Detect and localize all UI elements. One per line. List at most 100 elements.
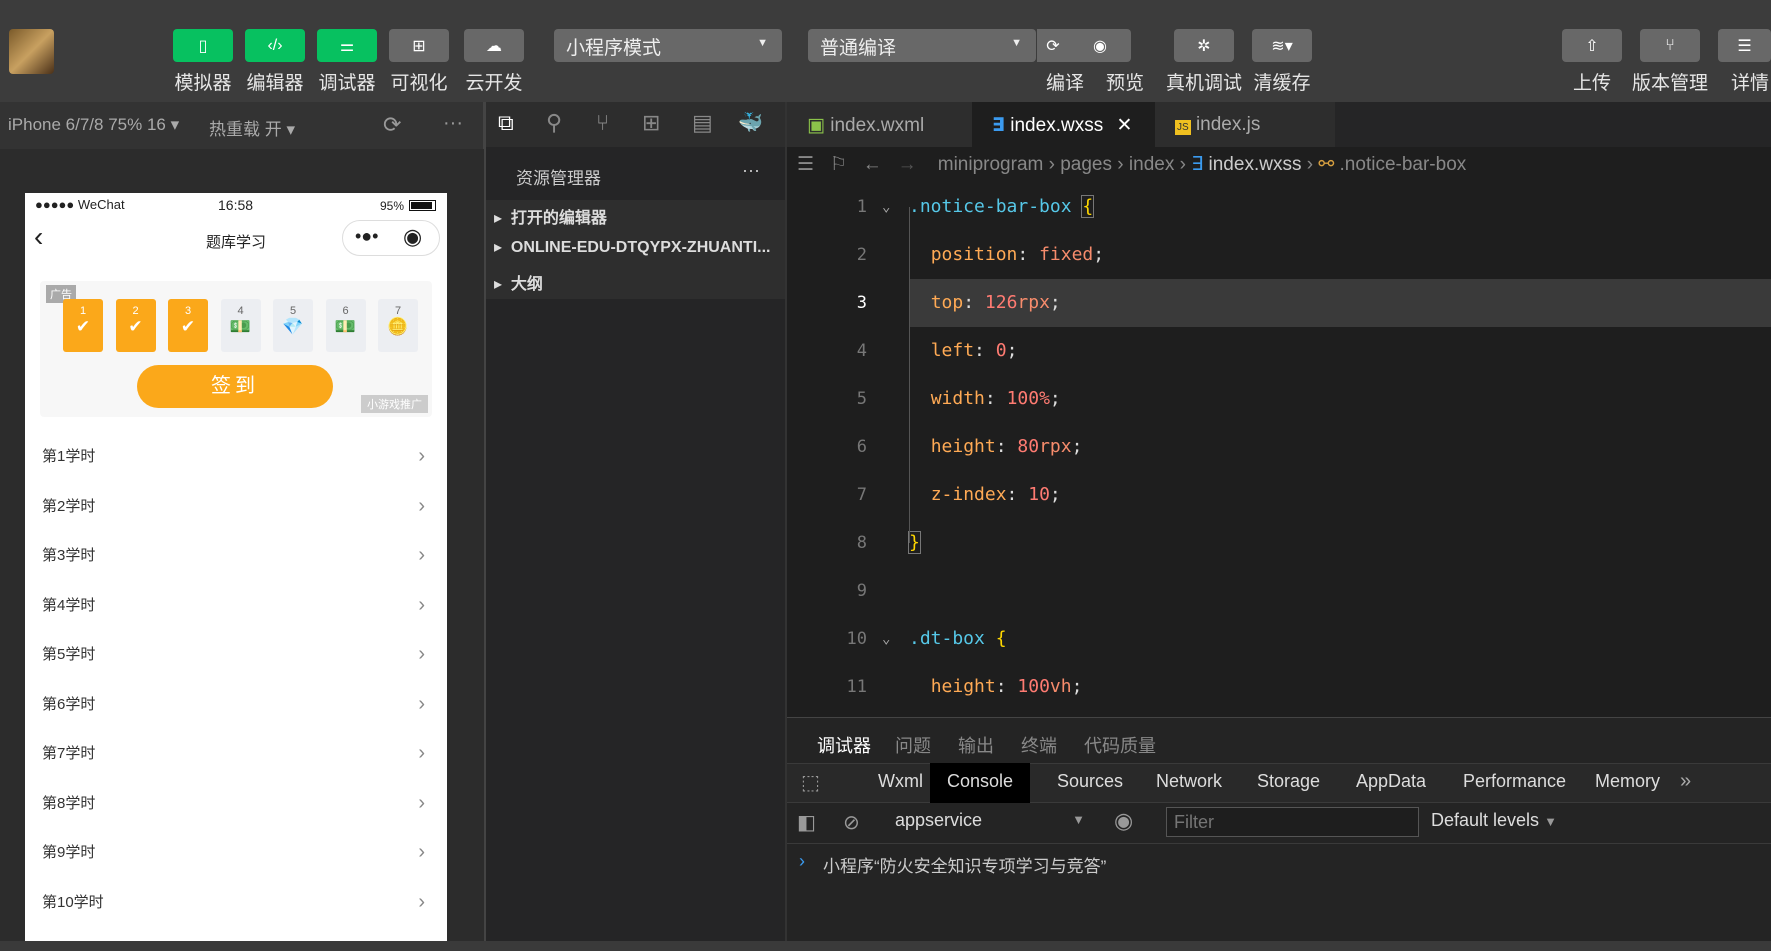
lesson-item[interactable]: 第8学时 › bbox=[25, 779, 447, 828]
save-icon[interactable]: ▤ bbox=[692, 110, 713, 136]
devtools-tab-storage[interactable]: Storage bbox=[1245, 763, 1332, 803]
search-icon[interactable]: ⚲ bbox=[546, 110, 562, 136]
more-icon[interactable]: ··· bbox=[742, 160, 760, 181]
day-card: 3 ✔ bbox=[168, 299, 208, 352]
filter-input[interactable] bbox=[1166, 807, 1419, 837]
tab-output[interactable]: 输出 bbox=[958, 732, 994, 758]
devtools-tab-console[interactable]: Console bbox=[930, 763, 1031, 803]
visual-button[interactable]: ⊞ bbox=[389, 29, 449, 62]
lesson-item[interactable]: 第1学时 › bbox=[25, 432, 447, 481]
wxml-file-icon: ▣ bbox=[807, 115, 825, 136]
lesson-label: 第9学时 bbox=[42, 844, 96, 861]
git-icon[interactable]: ⑂ bbox=[596, 110, 609, 136]
reward-icon: 💎 bbox=[282, 317, 304, 336]
inspect-icon[interactable]: ⬚ bbox=[801, 770, 820, 795]
chevron-right-icon: › bbox=[418, 692, 425, 715]
section-project[interactable]: ▸ ONLINE-EDU-DTQYPX-ZHUANTI... bbox=[494, 237, 770, 257]
tab-index-js[interactable]: JS index.js bbox=[1155, 102, 1335, 147]
lesson-item[interactable]: 第10学时 › bbox=[25, 878, 447, 927]
breadcrumb-item[interactable]: index.wxss bbox=[1209, 154, 1302, 175]
code-icon: ‹/› bbox=[267, 36, 283, 54]
devtools-tab-memory[interactable]: Memory bbox=[1583, 763, 1672, 803]
close-icon[interactable]: ✕ bbox=[1116, 115, 1132, 136]
tab-code-quality[interactable]: 代码质量 bbox=[1084, 732, 1156, 758]
lesson-item[interactable]: 第7学时 › bbox=[25, 729, 447, 778]
simulator-toolbar: iPhone 6/7/8 75% 16 ▾ 热重载 开 ▾ ⟳ ··· bbox=[0, 102, 484, 149]
lesson-item[interactable]: 第4学时 › bbox=[25, 581, 447, 630]
breadcrumb-item[interactable]: pages bbox=[1060, 154, 1112, 175]
devtools-tab-wxml[interactable]: Wxml bbox=[866, 763, 935, 803]
tab-debugger[interactable]: 调试器 bbox=[817, 732, 871, 766]
css-file-icon: ∃ bbox=[992, 115, 1005, 136]
tab-index-wxml[interactable]: ▣ index.wxml bbox=[787, 102, 972, 147]
code-area[interactable]: 1 ⌄ .notice-bar-box { 2 position: fixed; 3… bbox=[787, 183, 1771, 717]
editor-button[interactable]: ‹/› bbox=[245, 29, 305, 62]
clear-console-icon[interactable]: ⊘ bbox=[843, 810, 860, 835]
close-target-icon[interactable]: ◉ bbox=[403, 224, 422, 250]
debug-sliders-icon: ⚌ bbox=[339, 37, 355, 55]
extensions-icon[interactable]: ⊞ bbox=[642, 110, 660, 136]
sidebar-toggle-icon[interactable]: ◧ bbox=[797, 810, 816, 835]
files-icon[interactable]: ⧉ bbox=[498, 110, 514, 136]
section-open-editors[interactable]: ▸ 打开的编辑器 bbox=[494, 204, 607, 228]
upload-label: 上传 bbox=[1572, 73, 1611, 94]
preview-button[interactable]: ◉ bbox=[1069, 29, 1131, 62]
rotate-icon[interactable]: ⟳ bbox=[383, 112, 401, 138]
more-icon[interactable]: ··· bbox=[443, 112, 463, 135]
avatar[interactable] bbox=[9, 29, 54, 74]
lesson-item[interactable]: 第2学时 › bbox=[25, 482, 447, 531]
bookmark-icon[interactable]: ⚐ bbox=[830, 154, 847, 175]
back-icon[interactable]: ‹ bbox=[34, 221, 43, 253]
clear-cache-button[interactable]: ≋▾ bbox=[1252, 29, 1312, 62]
tab-index-wxss[interactable]: ∃ index.wxss ✕ bbox=[972, 102, 1155, 147]
lesson-label: 第4学时 bbox=[42, 596, 96, 614]
lesson-label: 第3学时 bbox=[42, 547, 96, 564]
more-icon[interactable]: •●• bbox=[355, 226, 378, 247]
context-select[interactable]: appservice ▼ bbox=[895, 810, 1085, 831]
lesson-label: 第10学时 bbox=[42, 893, 104, 911]
details-button[interactable]: ☰ bbox=[1718, 29, 1771, 62]
lesson-item[interactable]: 第3学时 › bbox=[25, 531, 447, 580]
breadcrumb-item[interactable]: index bbox=[1129, 154, 1174, 175]
lesson-item[interactable]: 第6学时 › bbox=[25, 680, 447, 729]
reward-icon: 💵 bbox=[334, 317, 357, 336]
breadcrumb-item[interactable]: .notice-bar-box bbox=[1340, 154, 1467, 175]
debugger-button[interactable]: ⚌ bbox=[317, 29, 377, 62]
compile-select[interactable]: 普通编译 ▼ bbox=[808, 29, 1036, 62]
remote-debug-button[interactable]: ✲ bbox=[1174, 29, 1234, 62]
forward-arrow-icon[interactable]: → bbox=[898, 154, 917, 175]
chevron-down-icon: ▼ bbox=[757, 37, 768, 49]
section-outline[interactable]: ▸ 大纲 bbox=[494, 270, 543, 294]
day-number: 6 bbox=[342, 305, 349, 317]
compile-button[interactable]: ⟳ bbox=[1037, 29, 1069, 62]
checkin-button[interactable]: 签到 bbox=[137, 365, 333, 408]
menu-icon: ☰ bbox=[1737, 37, 1752, 55]
cloud-button[interactable]: ☁ bbox=[464, 29, 524, 62]
upload-button[interactable]: ⇧ bbox=[1562, 29, 1622, 62]
lesson-item[interactable]: 第5学时 › bbox=[25, 630, 447, 679]
day-card: 1 ✔ bbox=[63, 299, 103, 352]
cloud-label: 云开发 bbox=[465, 73, 523, 94]
simulator-button[interactable]: ▯ bbox=[173, 29, 233, 62]
levels-select[interactable]: Default levels ▼ bbox=[1431, 810, 1557, 831]
lesson-label: 第5学时 bbox=[42, 646, 96, 663]
tab-problems[interactable]: 问题 bbox=[895, 732, 931, 758]
docker-icon[interactable]: 🐳 bbox=[738, 110, 763, 135]
devtools-tab-performance[interactable]: Performance bbox=[1451, 763, 1578, 803]
devtools-tab-network[interactable]: Network bbox=[1144, 763, 1234, 803]
lesson-item[interactable]: 第9学时 › bbox=[25, 828, 447, 877]
device-select[interactable]: iPhone 6/7/8 75% 16 ▾ bbox=[8, 115, 179, 135]
back-arrow-icon[interactable]: ← bbox=[863, 154, 882, 175]
devtools-tab-appdata[interactable]: AppData bbox=[1344, 763, 1438, 803]
breadcrumb-item[interactable]: miniprogram bbox=[938, 154, 1044, 175]
eye-icon[interactable]: ◉ bbox=[1114, 808, 1133, 834]
tab-label: index.wxss bbox=[1010, 115, 1104, 136]
tab-terminal[interactable]: 终端 bbox=[1021, 732, 1057, 758]
more-tabs-icon[interactable]: » bbox=[1680, 770, 1691, 793]
devtools-tab-sources[interactable]: Sources bbox=[1045, 763, 1135, 803]
list-icon[interactable]: ☰ bbox=[797, 154, 814, 175]
day-card: 4 💵 bbox=[220, 299, 261, 352]
mode-select[interactable]: 小程序模式 ▼ bbox=[554, 29, 782, 62]
version-button[interactable]: ⑂ bbox=[1640, 29, 1700, 62]
hot-reload-select[interactable]: 热重载 开 ▾ bbox=[209, 115, 295, 140]
